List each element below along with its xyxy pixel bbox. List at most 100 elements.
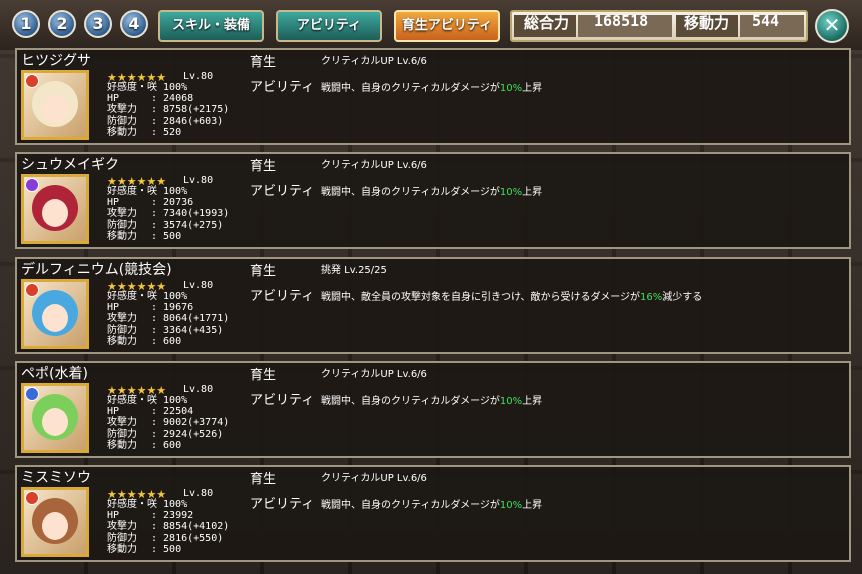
page-button-1[interactable]: 1	[12, 10, 40, 38]
ability-description: 戦闘中、自身のクリティカルダメージが10%上昇	[321, 500, 543, 511]
portrait-face	[42, 199, 68, 227]
total-power-value: 168518	[594, 12, 649, 30]
portrait-face	[42, 304, 68, 332]
power-summary: 総合力 168518 移動力 544	[510, 10, 808, 42]
def-row: 防御力: 2816(+550)	[107, 532, 224, 544]
character-card[interactable]: ペポ(水着) ★★★★★★ Lv.80 好感度・咲 100% HP: 22504…	[15, 361, 851, 458]
hp-row: HP: 20736	[107, 197, 194, 209]
close-icon: ✕	[823, 13, 841, 37]
ability-label: アビリティ	[250, 184, 315, 199]
page-button-2[interactable]: 2	[48, 10, 76, 38]
ability-name: 挑発 Lv.25/25	[321, 265, 387, 276]
affection-row: 好感度・咲 100%	[107, 499, 188, 510]
ability-percent: 10%	[499, 500, 523, 511]
character-portrait[interactable]	[21, 70, 89, 140]
portrait-face	[42, 95, 68, 123]
hp-row: HP: 23992	[107, 510, 194, 522]
move-row: 移動力: 600	[107, 439, 182, 451]
ability-percent: 16%	[640, 292, 663, 303]
move-row: 移動力: 500	[107, 543, 182, 555]
ability-name: クリティカルUP Lv.6/6	[321, 160, 427, 171]
ability-label: アビリティ	[250, 393, 315, 408]
ability-label: アビリティ	[250, 289, 315, 304]
ability-description: 戦闘中、敵全員の攻撃対象を自身に引きつけ、敵から受けるダメージが16%減少する	[321, 292, 703, 303]
element-icon	[25, 387, 39, 401]
tab-ikusei-ability[interactable]: 育生アビリティ	[394, 10, 500, 42]
element-icon	[25, 283, 39, 297]
level: Lv.80	[183, 488, 214, 499]
character-portrait[interactable]	[21, 279, 89, 349]
element-icon	[25, 491, 39, 505]
portrait-face	[42, 512, 68, 540]
movement-label: 移動力	[684, 14, 730, 32]
character-portrait[interactable]	[21, 383, 89, 453]
ikusei-label: 育生	[250, 55, 277, 70]
ability-name: クリティカルUP Lv.6/6	[321, 369, 427, 380]
ability-percent: 10%	[499, 187, 523, 198]
atk-row: 攻撃力: 8064(+1771)	[107, 313, 230, 325]
ability-name: クリティカルUP Lv.6/6	[321, 473, 427, 484]
hp-row: HP: 22504	[107, 406, 194, 418]
character-stats: 好感度・咲 100% HP: 22504 攻撃力: 9002(+3774) 防御…	[107, 395, 229, 451]
tab-ability[interactable]: アビリティ	[276, 10, 382, 42]
atk-row: 攻撃力: 8854(+4102)	[107, 521, 230, 533]
affection-row: 好感度・咲 100%	[107, 291, 188, 302]
level: Lv.80	[183, 384, 214, 395]
character-card[interactable]: ミスミソウ ★★★★★★ Lv.80 好感度・咲 100% HP: 23992 …	[15, 465, 851, 562]
level: Lv.80	[183, 71, 214, 82]
ability-percent: 10%	[499, 396, 523, 407]
atk-row: 攻撃力: 9002(+3774)	[107, 417, 230, 429]
top-bar: 1 2 3 4 スキル・装備 アビリティ 育生アビリティ 総合力 168518 …	[0, 0, 862, 50]
ability-description: 戦闘中、自身のクリティカルダメージが10%上昇	[321, 83, 543, 94]
character-stats: 好感度・咲 100% HP: 23992 攻撃力: 8854(+4102) 防御…	[107, 499, 229, 555]
def-row: 防御力: 3574(+275)	[107, 219, 224, 231]
tab-skill-equip[interactable]: スキル・装備	[158, 10, 264, 42]
character-name: ヒツジグサ	[21, 53, 91, 69]
element-icon	[25, 74, 39, 88]
def-row: 防御力: 2924(+526)	[107, 428, 224, 440]
character-stats: 好感度・咲 100% HP: 20736 攻撃力: 7340(+1993) 防御…	[107, 186, 229, 242]
page-button-4[interactable]: 4	[120, 10, 148, 38]
ikusei-label: 育生	[250, 368, 277, 383]
character-name: ペポ(水着)	[21, 366, 88, 382]
portrait-face	[42, 408, 68, 436]
move-row: 移動力: 600	[107, 335, 182, 347]
def-row: 防御力: 3364(+435)	[107, 324, 224, 336]
character-card[interactable]: デルフィニウム(競技会) ★★★★★★ Lv.80 好感度・咲 100% HP:…	[15, 257, 851, 354]
ability-label: アビリティ	[250, 497, 315, 512]
ikusei-label: 育生	[250, 472, 277, 487]
character-stats: 好感度・咲 100% HP: 24068 攻撃力: 8758(+2175) 防御…	[107, 82, 229, 138]
ikusei-label: 育生	[250, 159, 277, 174]
close-button[interactable]: ✕	[815, 9, 849, 43]
character-card[interactable]: ヒツジグサ ★★★★★★ Lv.80 好感度・咲 100% HP: 24068 …	[15, 48, 851, 145]
character-stats: 好感度・咲 100% HP: 19676 攻撃力: 8064(+1771) 防御…	[107, 291, 229, 347]
affection-row: 好感度・咲 100%	[107, 82, 188, 93]
ability-label: アビリティ	[250, 80, 315, 95]
def-row: 防御力: 2846(+603)	[107, 115, 224, 127]
ability-description: 戦闘中、自身のクリティカルダメージが10%上昇	[321, 187, 543, 198]
move-row: 移動力: 500	[107, 230, 182, 242]
ability-percent: 10%	[499, 83, 523, 94]
element-icon	[25, 178, 39, 192]
character-portrait[interactable]	[21, 174, 89, 244]
movement-value: 544	[752, 12, 780, 30]
ikusei-label: 育生	[250, 264, 277, 279]
character-portrait[interactable]	[21, 487, 89, 557]
atk-row: 攻撃力: 8758(+2175)	[107, 104, 230, 116]
move-row: 移動力: 520	[107, 126, 182, 138]
total-power-label: 総合力	[524, 14, 570, 32]
affection-row: 好感度・咲 100%	[107, 395, 188, 406]
character-name: シュウメイギク	[21, 157, 119, 173]
level: Lv.80	[183, 175, 214, 186]
ability-name: クリティカルUP Lv.6/6	[321, 56, 427, 67]
character-name: ミスミソウ	[21, 470, 91, 486]
hp-row: HP: 24068	[107, 93, 194, 105]
atk-row: 攻撃力: 7340(+1993)	[107, 208, 230, 220]
page-button-3[interactable]: 3	[84, 10, 112, 38]
character-card[interactable]: シュウメイギク ★★★★★★ Lv.80 好感度・咲 100% HP: 2073…	[15, 152, 851, 249]
affection-row: 好感度・咲 100%	[107, 186, 188, 197]
character-name: デルフィニウム(競技会)	[21, 262, 172, 278]
ability-description: 戦闘中、自身のクリティカルダメージが10%上昇	[321, 396, 543, 407]
level: Lv.80	[183, 280, 214, 291]
hp-row: HP: 19676	[107, 302, 194, 314]
